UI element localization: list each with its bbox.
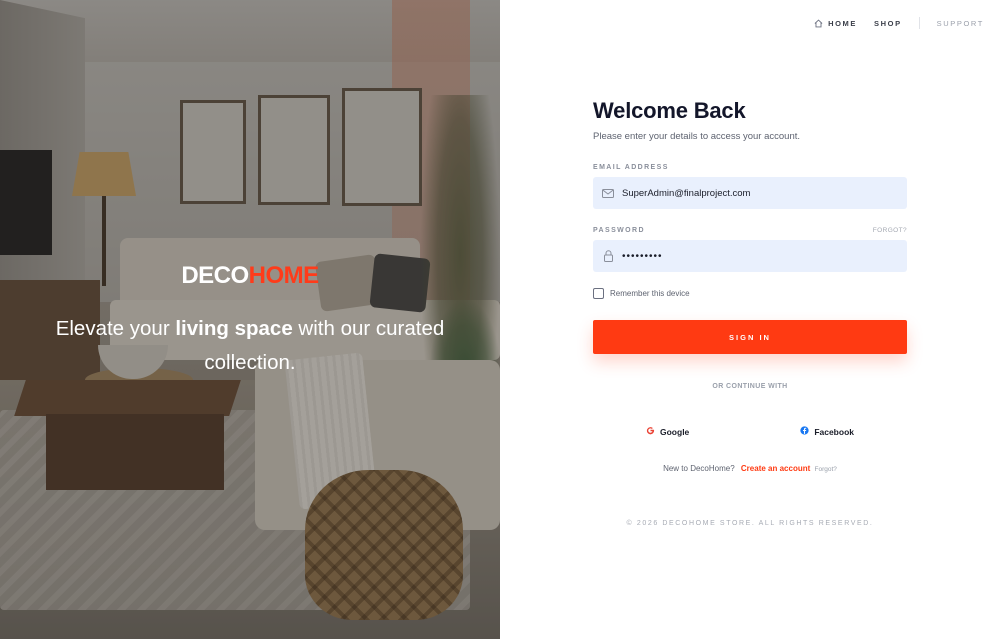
lock-icon: [602, 250, 614, 262]
password-label: PASSWORD: [593, 227, 645, 234]
hero-tagline: Elevate your living space with our curat…: [40, 312, 460, 380]
brand-logo: DECOHOME: [0, 262, 500, 290]
google-icon: [646, 426, 655, 437]
tagline-pre: Elevate your: [55, 317, 176, 340]
copyright-text: © 2026 DECOHOME STORE. ALL RIGHTS RESERV…: [626, 520, 874, 527]
nav-support-label: SUPPORT: [936, 18, 984, 28]
hero-panel: DECOHOME Elevate your living space with …: [0, 0, 500, 639]
nav-support-link[interactable]: SUPPORT: [937, 19, 984, 28]
brand-logo-part1: DECO: [181, 262, 249, 289]
forgot-link[interactable]: Forgot?: [815, 466, 837, 473]
top-nav: HOME SHOP SUPPORT: [814, 17, 984, 29]
forgot-password-link[interactable]: FORGOT?: [873, 227, 907, 234]
home-icon: [814, 18, 823, 28]
create-account-link[interactable]: Create an account: [741, 464, 810, 473]
email-field[interactable]: [622, 187, 892, 199]
google-label: Google: [660, 426, 690, 437]
remember-checkbox[interactable]: [593, 288, 604, 299]
password-field[interactable]: [622, 250, 892, 262]
facebook-icon: [800, 426, 809, 437]
nav-home-link[interactable]: HOME: [814, 19, 857, 28]
sign-in-button[interactable]: SIGN IN: [593, 320, 907, 354]
nav-home-label: HOME: [828, 18, 858, 28]
social-logins: Google Facebook: [593, 426, 907, 437]
remember-label: Remember this device: [610, 289, 690, 298]
password-field-box[interactable]: [593, 240, 907, 272]
login-panel: HOME SHOP SUPPORT Welcome Back Please en…: [500, 0, 1000, 639]
or-continue-label: OR CONTINUE WITH: [712, 383, 788, 390]
nav-shop-label: SHOP: [874, 18, 902, 28]
email-label-row: EMAIL ADDRESS: [593, 164, 907, 171]
signup-prompt: New to DecoHome?: [663, 464, 735, 473]
login-form: Welcome Back Please enter your details t…: [593, 98, 907, 527]
password-label-row: PASSWORD FORGOT?: [593, 227, 907, 234]
signup-row: New to DecoHome? Create an account Forgo…: [593, 464, 907, 473]
mail-icon: [602, 187, 614, 199]
brand-logo-part2: HOME: [248, 262, 320, 289]
facebook-login-button[interactable]: Facebook: [800, 426, 854, 437]
email-field-box[interactable]: [593, 177, 907, 209]
page-subtitle: Please enter your details to access your…: [593, 131, 801, 142]
nav-divider: [918, 17, 920, 29]
page-title: Welcome Back: [593, 98, 746, 123]
remember-device[interactable]: Remember this device: [593, 288, 907, 299]
facebook-label: Facebook: [814, 426, 854, 437]
tagline-bold: living space: [175, 317, 293, 340]
nav-shop-link[interactable]: SHOP: [874, 19, 902, 28]
google-login-button[interactable]: Google: [646, 426, 689, 437]
email-label: EMAIL ADDRESS: [593, 164, 669, 171]
